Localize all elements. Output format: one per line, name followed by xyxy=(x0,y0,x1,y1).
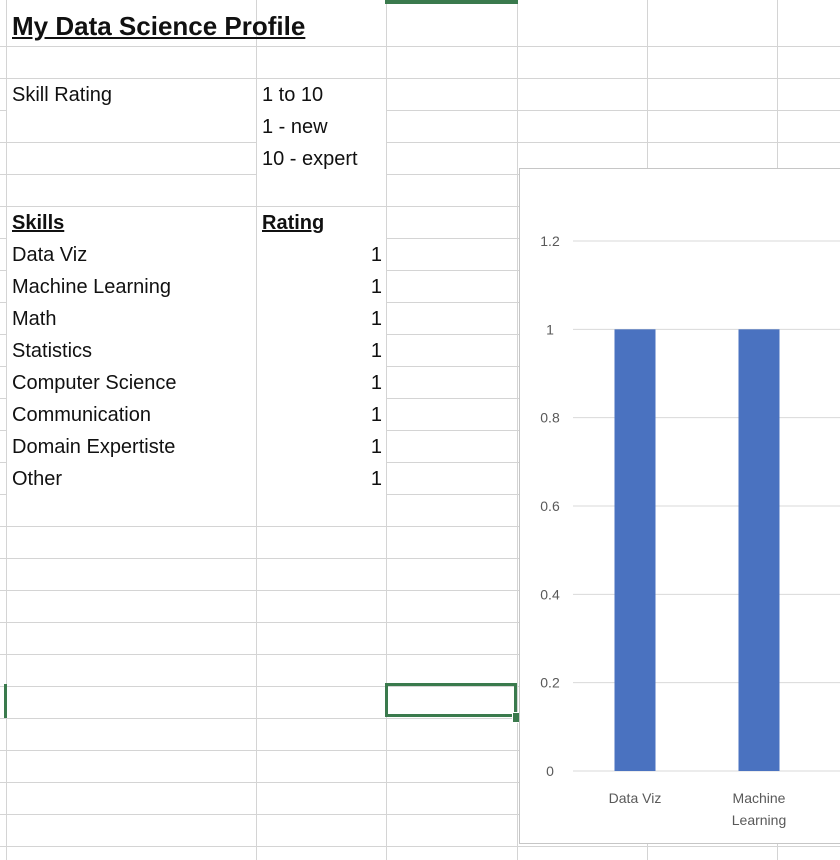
gridline xyxy=(0,846,840,847)
skill-rating-scale-cell[interactable]: 1 to 10 xyxy=(257,79,386,111)
x-tick-label: Machine xyxy=(733,790,786,806)
bar-chart[interactable]: 0 0.2 0.4 0.6 0.8 1 1.2 Data Viz Machine Learning xyxy=(519,168,840,844)
rating-header-cell[interactable]: Rating xyxy=(257,207,386,239)
skill-cell[interactable]: Domain Expertiste xyxy=(7,431,256,463)
skill-rating-min-cell[interactable]: 1 - new xyxy=(257,111,386,143)
rating-cell[interactable]: 1 xyxy=(257,431,386,463)
y-tick-label: 0.8 xyxy=(540,410,560,426)
gridline xyxy=(0,142,840,143)
rating-cell[interactable]: 1 xyxy=(257,335,386,367)
y-tick-label: 0 xyxy=(546,763,554,779)
rating-cell[interactable]: 1 xyxy=(257,399,386,431)
rating-cell[interactable]: 1 xyxy=(257,239,386,271)
skill-cell[interactable]: Statistics xyxy=(7,335,256,367)
skill-cell[interactable]: Math xyxy=(7,303,256,335)
active-cell-selection[interactable] xyxy=(385,683,517,717)
x-tick-label: Learning xyxy=(732,812,787,828)
selected-row-indicator xyxy=(4,684,7,718)
bar xyxy=(738,329,780,771)
bar xyxy=(614,329,656,771)
spreadsheet-grid[interactable]: My Data Science Profile Skill Rating 1 t… xyxy=(0,0,840,860)
rating-cell[interactable]: 1 xyxy=(257,367,386,399)
x-tick-label: Data Viz xyxy=(609,790,662,806)
skills-header-cell[interactable]: Skills xyxy=(7,207,256,239)
sheet-title[interactable]: My Data Science Profile xyxy=(12,6,305,46)
skill-rating-label-cell[interactable]: Skill Rating xyxy=(7,79,256,111)
rating-cell[interactable]: 1 xyxy=(257,303,386,335)
y-tick-label: 0.2 xyxy=(540,675,560,691)
skill-cell[interactable]: Other xyxy=(7,463,256,495)
skill-rating-max-cell[interactable]: 10 - expert xyxy=(257,143,386,175)
y-tick-label: 1.2 xyxy=(540,233,560,249)
y-tick-label: 0.4 xyxy=(540,586,560,602)
skill-cell[interactable]: Computer Science xyxy=(7,367,256,399)
rating-cell[interactable]: 1 xyxy=(257,271,386,303)
rating-cell[interactable]: 1 xyxy=(257,463,386,495)
selected-column-indicator xyxy=(385,0,518,4)
gridline xyxy=(0,46,840,47)
y-tick-label: 0.6 xyxy=(540,498,560,514)
skill-cell[interactable]: Machine Learning xyxy=(7,271,256,303)
skill-cell[interactable]: Communication xyxy=(7,399,256,431)
chart-plot: 0 0.2 0.4 0.6 0.8 1 1.2 Data Viz Machine Learning xyxy=(540,233,840,828)
y-tick-label: 1 xyxy=(546,321,554,337)
skill-cell[interactable]: Data Viz xyxy=(7,239,256,271)
